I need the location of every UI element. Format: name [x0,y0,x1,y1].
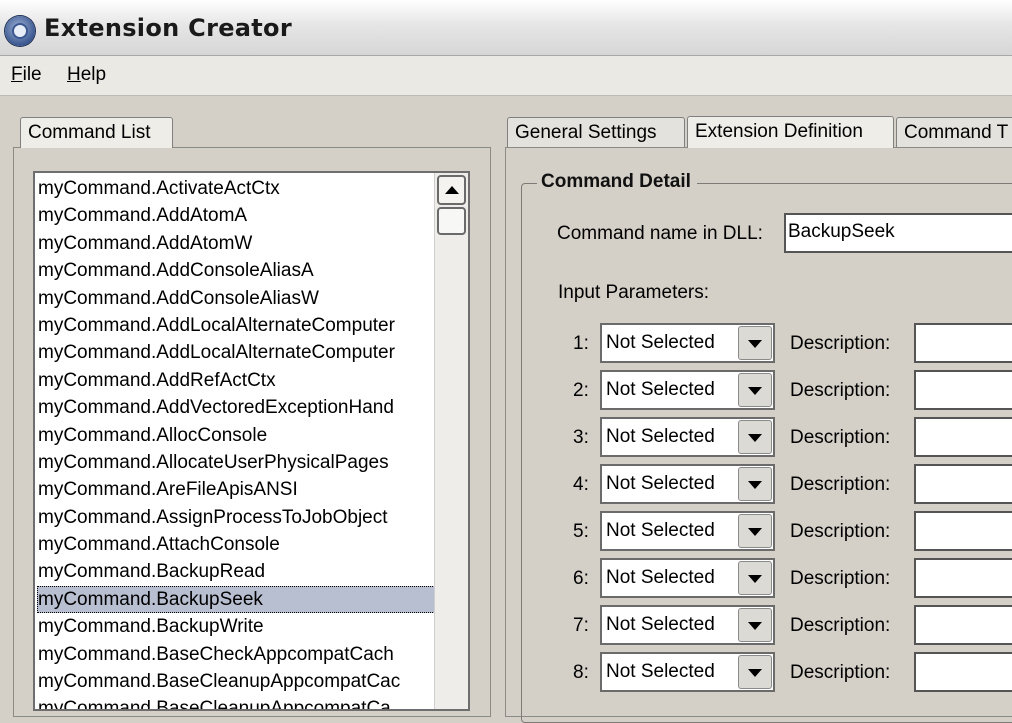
param-type-dropdown[interactable]: Not Selected [600,511,775,551]
list-item[interactable]: myCommand.ActivateActCtx [37,175,437,202]
list-item[interactable]: myCommand.AllocConsole [37,422,437,449]
param-number: 6: [573,568,589,589]
chevron-down-icon[interactable] [738,467,772,501]
description-input[interactable] [914,511,1012,551]
param-number: 3: [573,427,589,448]
param-type-value: Not Selected [606,426,715,447]
param-number: 4: [573,474,589,495]
input-parameters-label: Input Parameters: [558,282,710,303]
list-item[interactable]: myCommand.AddAtomA [37,202,437,229]
param-number: 5: [573,521,589,542]
command-detail-title: Command Detail [537,171,697,193]
description-input[interactable] [914,605,1012,645]
menu-help-label: elp [80,64,107,85]
param-type-dropdown[interactable]: Not Selected [600,370,775,410]
window-title: Extension Creator [44,14,292,42]
list-item[interactable]: myCommand.AttachConsole [37,531,437,558]
description-label: Description: [790,615,891,636]
param-type-value: Not Selected [606,473,715,494]
tab-command-list[interactable]: Command List [20,117,173,148]
list-item[interactable]: myCommand.AreFileApisANSI [37,476,437,503]
description-input[interactable] [914,652,1012,692]
list-item[interactable]: myCommand.AddConsoleAliasW [37,285,437,312]
param-type-value: Not Selected [606,661,715,682]
param-type-dropdown[interactable]: Not Selected [600,417,775,457]
list-item[interactable]: myCommand.AllocateUserPhysicalPages [37,449,437,476]
menu-file-label: ile [22,64,42,85]
tab-command-t[interactable]: Command T [896,117,1012,147]
param-type-dropdown[interactable]: Not Selected [600,464,775,504]
param-type-value: Not Selected [606,379,715,400]
list-vertical-scrollbar[interactable] [434,173,468,709]
app-gear-icon [5,16,35,46]
param-type-value: Not Selected [606,332,715,353]
menu-help[interactable]: Help [67,64,106,86]
description-label: Description: [790,333,891,354]
chevron-down-icon[interactable] [738,655,772,689]
param-number: 7: [573,615,589,636]
description-input[interactable] [914,464,1012,504]
list-item[interactable]: myCommand.BackupRead [37,558,437,585]
chevron-down-icon[interactable] [738,514,772,548]
list-item[interactable]: myCommand.AddLocalAlternateComputer [37,339,437,366]
title-bar: Extension Creator [0,0,1012,56]
param-type-dropdown[interactable]: Not Selected [600,652,775,692]
menu-help-mnemonic: H [67,64,81,85]
description-label: Description: [790,474,891,495]
description-input[interactable] [914,558,1012,598]
param-type-value: Not Selected [606,520,715,541]
param-number: 1: [573,333,589,354]
menu-file-mnemonic: F [11,64,23,85]
description-input[interactable] [914,370,1012,410]
param-number: 8: [573,662,589,683]
description-label: Description: [790,427,891,448]
command-name-input[interactable]: BackupSeek [784,213,1012,253]
chevron-down-icon[interactable] [738,420,772,454]
description-label: Description: [790,568,891,589]
command-list-items: myCommand.ActivateActCtx myCommand.AddAto… [37,175,437,709]
tab-extension-definition[interactable]: Extension Definition [687,116,894,148]
param-type-dropdown[interactable]: Not Selected [600,558,775,598]
list-item[interactable]: myCommand.BaseCleanupAppcompatCac [37,668,437,695]
param-type-dropdown[interactable]: Not Selected [600,323,775,363]
chevron-down-icon[interactable] [738,373,772,407]
tab-general-settings[interactable]: General Settings [507,117,685,147]
menu-file[interactable]: File [11,64,42,86]
list-item[interactable]: myCommand.AddConsoleAliasA [37,257,437,284]
list-item[interactable]: myCommand.AssignProcessToJobObject [37,504,437,531]
description-label: Description: [790,662,891,683]
description-input[interactable] [914,417,1012,457]
description-input[interactable] [914,323,1012,363]
command-name-label: Command name in DLL: [557,223,763,244]
param-type-value: Not Selected [606,567,715,588]
param-type-value: Not Selected [606,614,715,635]
list-item[interactable]: myCommand.BackupSeek [37,585,437,614]
list-item[interactable]: myCommand.AddVectoredExceptionHand [37,394,437,421]
scroll-up-arrow-icon[interactable] [437,175,466,205]
param-number: 2: [573,380,589,401]
chevron-down-icon[interactable] [738,608,772,642]
param-type-dropdown[interactable]: Not Selected [600,605,775,645]
description-label: Description: [790,521,891,542]
description-label: Description: [790,380,891,401]
list-item[interactable]: myCommand.AddRefActCtx [37,367,437,394]
list-item[interactable]: myCommand.BaseCheckAppcompatCach [37,641,437,668]
command-listbox[interactable]: myCommand.ActivateActCtx myCommand.AddAto… [33,171,470,711]
list-item[interactable]: myCommand.BaseCleanupAppcompatCa [37,695,437,709]
list-item[interactable]: myCommand.AddAtomW [37,230,437,257]
chevron-down-icon[interactable] [738,561,772,595]
list-item[interactable]: myCommand.AddLocalAlternateComputer [37,312,437,339]
chevron-down-icon[interactable] [738,326,772,360]
menu-bar: File Help [0,56,1012,96]
list-item[interactable]: myCommand.BackupWrite [37,613,437,640]
scroll-thumb[interactable] [437,207,466,235]
